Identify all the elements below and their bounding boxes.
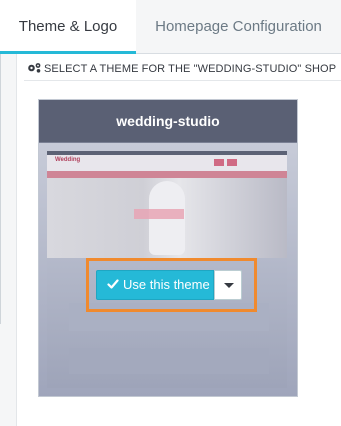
left-panel-border (0, 54, 1, 324)
section-heading: SELECT A THEME FOR THE "WEDDING-STUDIO" … (27, 62, 336, 75)
theme-name: wedding-studio (39, 100, 297, 142)
preview-header-block (227, 159, 237, 166)
use-this-theme-button[interactable]: Use this theme (96, 270, 214, 300)
preview-hero-banner (134, 209, 184, 219)
use-this-theme-label: Use this theme (123, 277, 210, 292)
tab-homepage-configuration[interactable]: Homepage Configuration (136, 0, 341, 53)
preview-header-block (214, 159, 224, 166)
preview-header (47, 155, 287, 171)
check-icon (107, 279, 119, 289)
preview-nav (47, 171, 287, 178)
section-heading-text: SELECT A THEME FOR THE "WEDDING-STUDIO" … (44, 63, 337, 75)
caret-down-icon (224, 283, 234, 288)
tab-bar: Theme & Logo Homepage Configuration (0, 0, 341, 54)
section-divider (24, 80, 341, 81)
gears-icon (28, 63, 41, 73)
preview-product-row (69, 348, 269, 374)
preview-logo: Wedding (55, 157, 81, 163)
left-panel-edge (0, 54, 17, 426)
theme-card: wedding-studio Wedding (38, 99, 298, 397)
theme-actions-dropdown-button[interactable] (214, 270, 242, 300)
tab-theme-logo[interactable]: Theme & Logo (0, 0, 136, 54)
